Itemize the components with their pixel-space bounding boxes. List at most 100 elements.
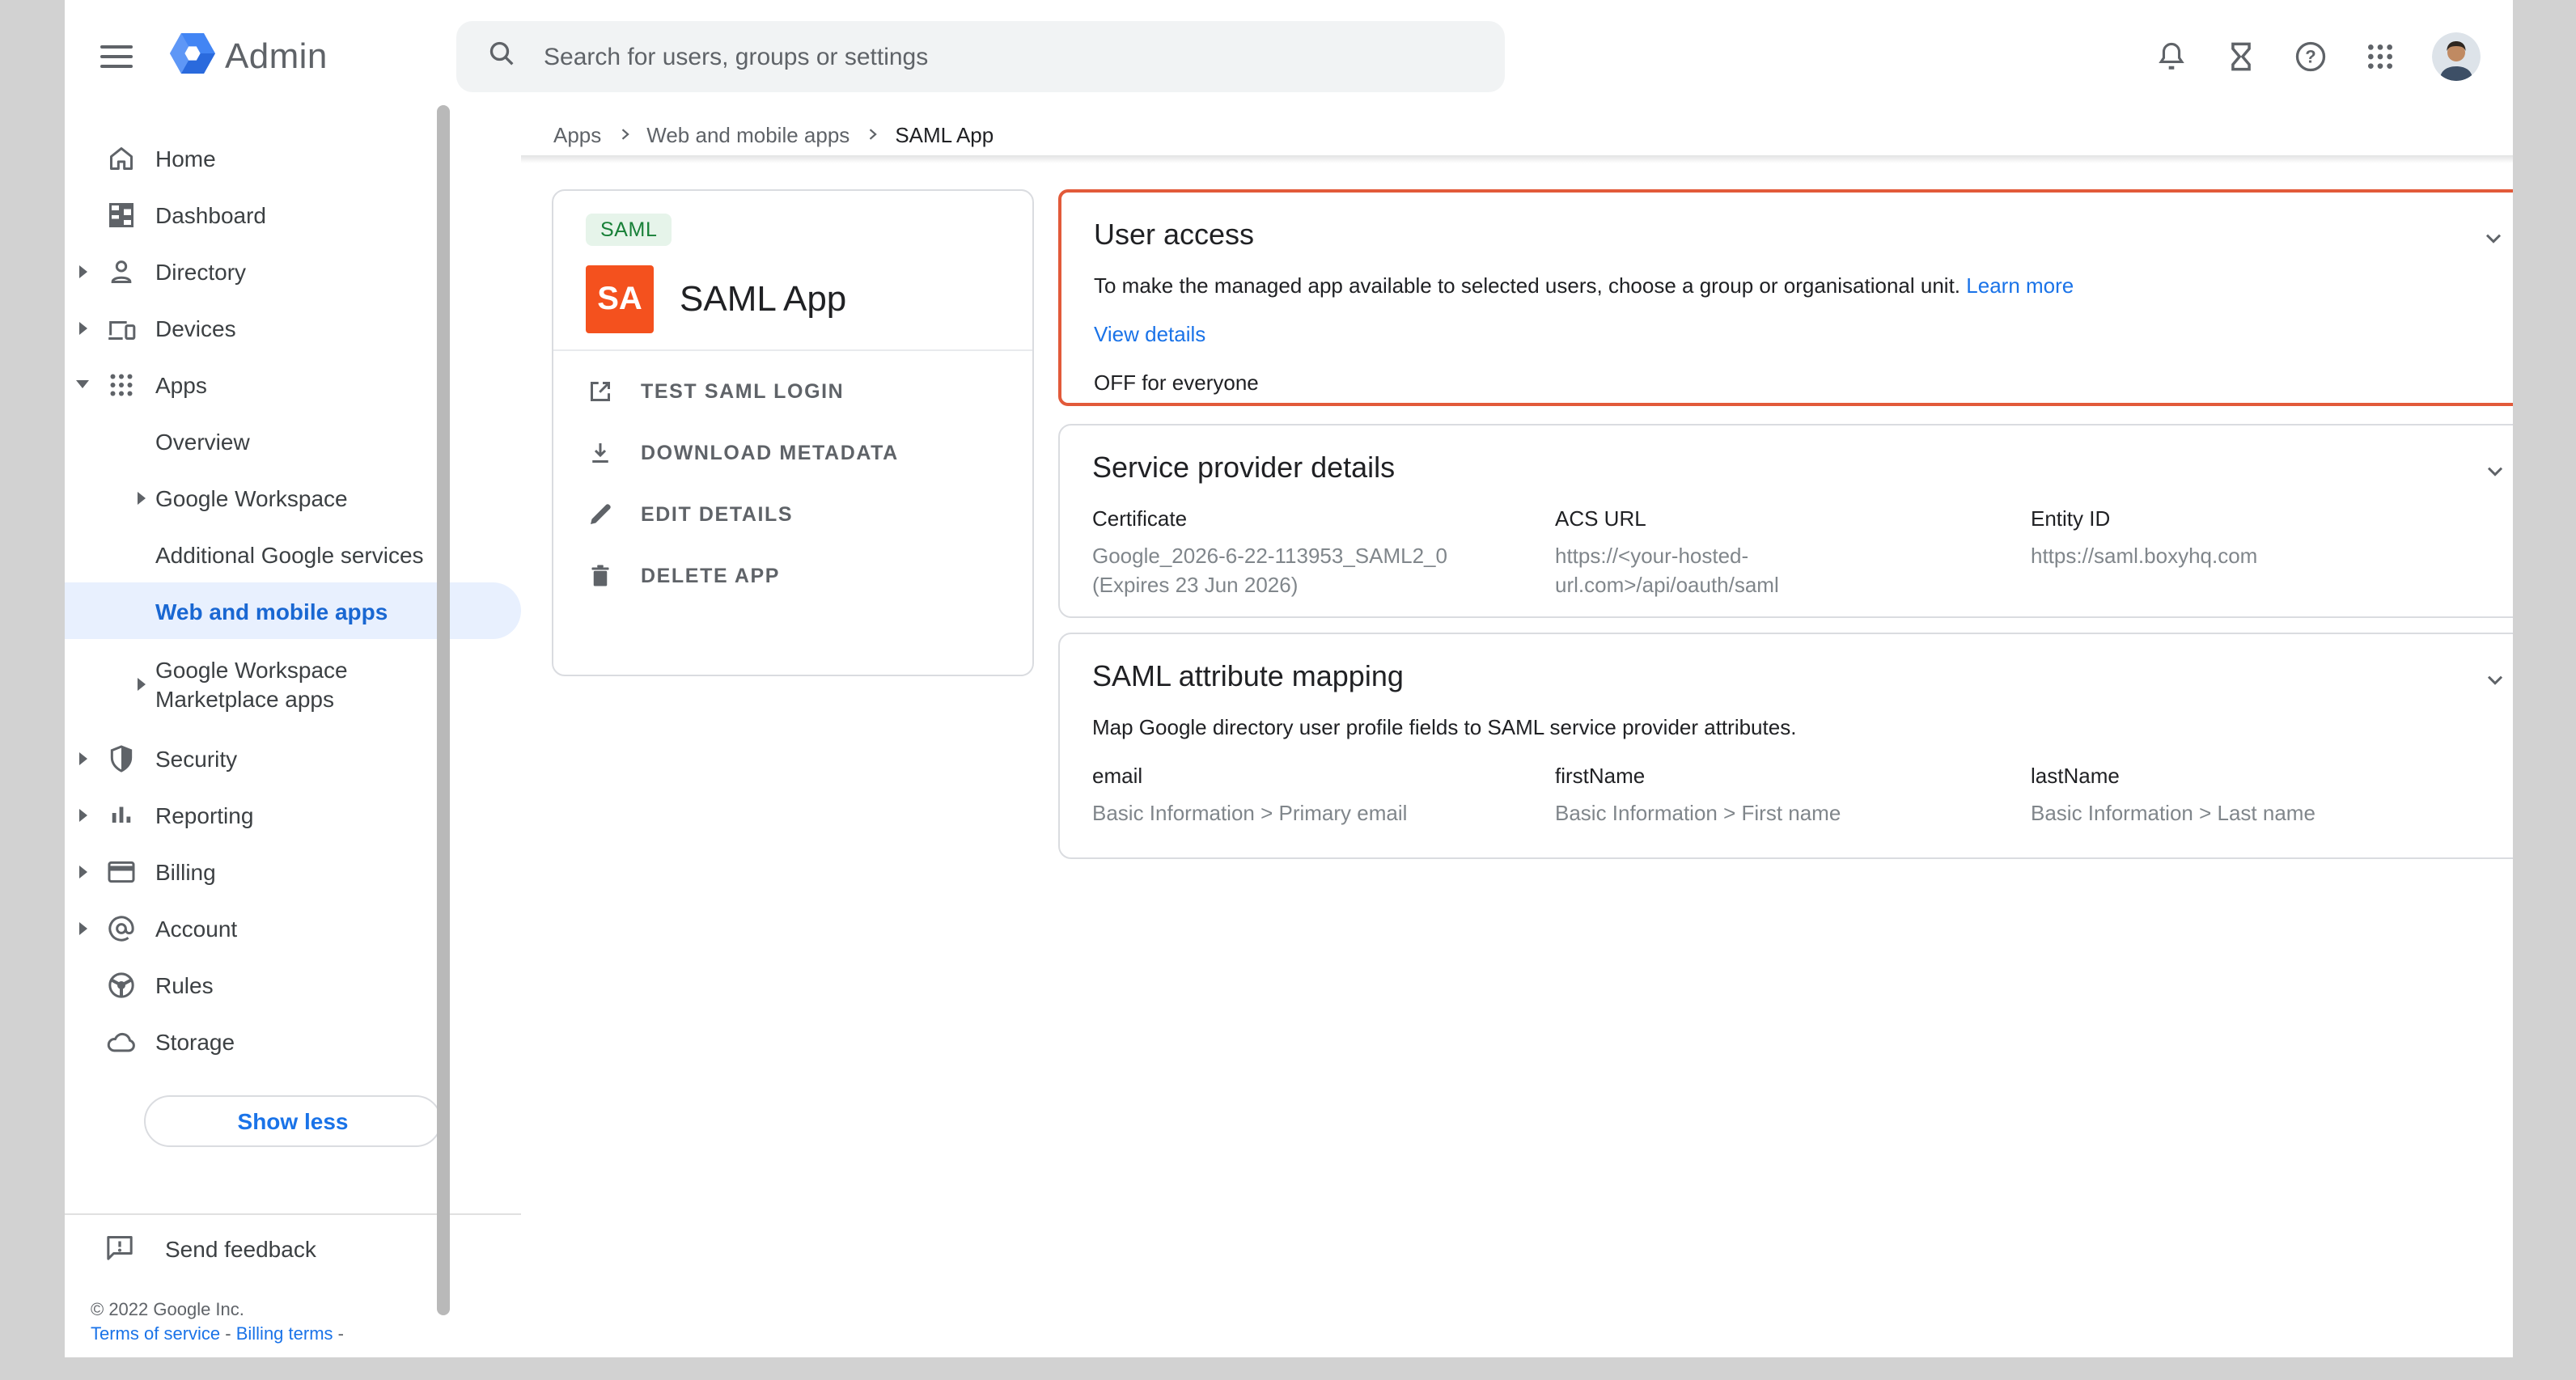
search-icon — [485, 36, 518, 77]
product-name: Admin — [225, 36, 328, 78]
svg-text:?: ? — [2305, 47, 2315, 67]
sidebar-item-storage[interactable]: Storage — [65, 1013, 521, 1069]
sidebar-item-dashboard[interactable]: Dashboard — [65, 186, 521, 243]
chevron-right-icon — [864, 126, 880, 142]
top-header: Admin — [65, 0, 2513, 113]
edit-details-button[interactable]: EDIT DETAILS — [553, 484, 1032, 545]
open-in-new-icon — [586, 377, 615, 406]
admin-console-window: Admin — [65, 0, 2513, 1357]
expand-arrow-icon[interactable] — [137, 491, 145, 504]
user-access-description: To make the managed app available to sel… — [1094, 273, 2500, 298]
rules-icon — [104, 967, 139, 1002]
home-icon — [104, 140, 139, 176]
search-bar[interactable] — [456, 21, 1505, 92]
billing-icon — [104, 853, 139, 889]
send-feedback-button[interactable]: Send feedback — [65, 1215, 521, 1283]
sidebar-item-additional-google-services[interactable]: Additional Google services — [65, 526, 521, 582]
pending-tasks-icon[interactable] — [2223, 39, 2259, 74]
breadcrumb-web-and-mobile-apps[interactable]: Web and mobile apps — [646, 122, 849, 146]
service-provider-card: Service provider details Certificate Goo… — [1058, 424, 2513, 618]
notifications-icon[interactable] — [2154, 39, 2189, 74]
breadcrumb: Apps Web and mobile apps SAML App — [521, 113, 2513, 155]
delete-icon — [586, 561, 615, 591]
breadcrumb-current-page: SAML App — [895, 122, 994, 146]
firstname-mapping-field: firstName Basic Information > First name — [1555, 764, 1960, 828]
sidebar-item-marketplace-apps[interactable]: Google Workspace Marketplace apps — [65, 639, 521, 730]
sidebar-item-google-workspace[interactable]: Google Workspace — [65, 469, 521, 526]
download-metadata-button[interactable]: DOWNLOAD METADATA — [553, 422, 1032, 484]
breadcrumb-apps[interactable]: Apps — [553, 122, 601, 146]
entity-id-field: Entity ID https://saml.boxyhq.com — [2031, 506, 2513, 571]
sidebar: Home Dashboard — [65, 113, 521, 1357]
acs-url-field: ACS URL https://<your-hosted-url.com>/ap… — [1555, 506, 1960, 600]
chevron-down-icon[interactable] — [2482, 458, 2508, 484]
avatar[interactable] — [2432, 32, 2481, 81]
footer-links: Terms of service - Billing terms - — [91, 1323, 521, 1348]
menu-icon[interactable] — [100, 45, 133, 68]
user-access-status: OFF for everyone — [1094, 370, 2500, 395]
copyright-text: © 2022 Google Inc. — [91, 1299, 521, 1323]
apps-grid-icon[interactable] — [2362, 39, 2398, 74]
service-provider-title: Service provider details — [1092, 451, 2502, 485]
dashboard-icon — [104, 197, 139, 232]
saml-badge: SAML — [586, 214, 672, 246]
user-access-title: User access — [1094, 218, 2500, 252]
header-shadow — [521, 155, 2513, 163]
expand-arrow-icon[interactable] — [78, 865, 87, 878]
expand-arrow-icon[interactable] — [78, 321, 87, 334]
edit-icon — [586, 500, 615, 529]
app-profile-card: SAML SA SAML App TEST SAML LOGIN — [552, 189, 1034, 676]
show-less-button[interactable]: Show less — [144, 1095, 442, 1147]
chevron-down-icon[interactable] — [2482, 667, 2508, 692]
collapse-arrow-icon[interactable] — [76, 380, 89, 388]
sidebar-item-devices[interactable]: Devices — [65, 299, 521, 356]
sidebar-item-billing[interactable]: Billing — [65, 843, 521, 900]
header-icons: ? — [2154, 0, 2481, 113]
billing-terms-link[interactable]: Billing terms — [236, 1325, 333, 1344]
sidebar-item-reporting[interactable]: Reporting — [65, 786, 521, 843]
expand-arrow-icon[interactable] — [78, 921, 87, 934]
expand-arrow-icon[interactable] — [78, 265, 87, 277]
app-avatar: SA — [586, 265, 654, 333]
storage-icon — [104, 1023, 139, 1059]
sidebar-item-home[interactable]: Home — [65, 129, 521, 186]
main-content: Apps Web and mobile apps SAML App SAML S… — [521, 113, 2513, 1357]
directory-icon — [104, 253, 139, 289]
search-input[interactable] — [540, 41, 1476, 72]
expand-arrow-icon[interactable] — [78, 751, 87, 764]
sidebar-nav: Home Dashboard — [65, 113, 521, 1147]
sidebar-item-rules[interactable]: Rules — [65, 956, 521, 1013]
admin-hexagon-icon — [170, 32, 215, 82]
sidebar-item-account[interactable]: Account — [65, 900, 521, 956]
reporting-icon — [104, 797, 139, 832]
download-icon — [586, 438, 615, 468]
sidebar-item-apps[interactable]: Apps — [65, 356, 521, 413]
learn-more-link[interactable]: Learn more — [1966, 273, 2074, 298]
chevron-right-icon — [616, 126, 632, 142]
terms-of-service-link[interactable]: Terms of service — [91, 1325, 220, 1344]
test-saml-login-button[interactable]: TEST SAML LOGIN — [553, 361, 1032, 422]
sidebar-item-web-and-mobile-apps[interactable]: Web and mobile apps — [65, 582, 521, 639]
view-details-link[interactable]: View details — [1094, 322, 1205, 346]
expand-arrow-icon[interactable] — [78, 808, 87, 821]
app-title: SAML App — [680, 278, 846, 320]
sidebar-item-directory[interactable]: Directory — [65, 243, 521, 299]
apps-icon — [104, 366, 139, 402]
certificate-field: Certificate Google_2026-6-22-113953_SAML… — [1092, 506, 1526, 600]
sidebar-footer: Send feedback © 2022 Google Inc. Terms o… — [65, 1213, 521, 1357]
sidebar-item-overview[interactable]: Overview — [65, 413, 521, 469]
delete-app-button[interactable]: DELETE APP — [553, 545, 1032, 607]
security-icon — [104, 740, 139, 776]
email-mapping-field: email Basic Information > Primary email — [1092, 764, 1526, 828]
sidebar-item-security[interactable]: Security — [65, 730, 521, 786]
expand-arrow-icon[interactable] — [137, 678, 145, 691]
sidebar-scrollbar[interactable] — [437, 105, 450, 1315]
screen: Admin — [0, 0, 2576, 1380]
attribute-mapping-description: Map Google directory user profile fields… — [1092, 715, 2502, 739]
lastname-mapping-field: lastName Basic Information > Last name — [2031, 764, 2513, 828]
admin-logo[interactable]: Admin — [170, 32, 328, 82]
user-access-card: User access To make the managed app avai… — [1058, 189, 2513, 406]
help-icon[interactable]: ? — [2293, 39, 2328, 74]
chevron-down-icon[interactable] — [2481, 225, 2506, 251]
account-icon — [104, 910, 139, 946]
